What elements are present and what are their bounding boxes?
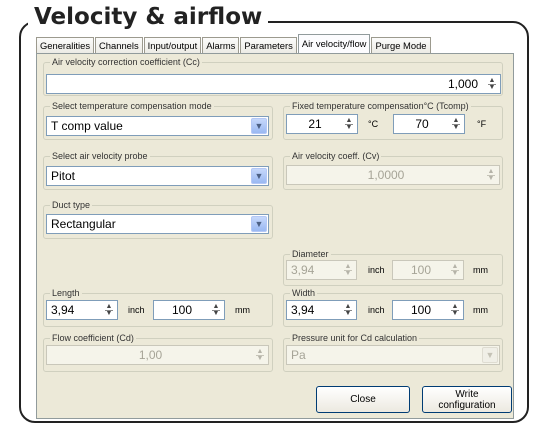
correction-input[interactable]: 1,000 ▲ ▼ <box>46 74 501 94</box>
length-inch-value: 3,94 <box>51 303 75 317</box>
chevron-down-icon[interactable]: ▼ <box>251 118 267 134</box>
length-mm-value: 100 <box>171 303 193 317</box>
write-button-line1: Write <box>455 388 479 400</box>
coeff-cv-value: 1,0000 <box>367 168 405 182</box>
fahrenheit-unit: °F <box>477 119 487 129</box>
spin-arrows-icon[interactable]: ▲ ▼ <box>103 303 115 317</box>
probe-value: Pitot <box>51 169 76 183</box>
width-inch-unit: inch <box>368 305 385 315</box>
celsius-unit: °C <box>368 119 379 129</box>
width-inch-value: 3,94 <box>291 303 315 317</box>
spin-arrows-icon[interactable]: ▲ ▼ <box>342 263 354 277</box>
spin-arrows-icon[interactable]: ▲ ▼ <box>449 303 461 317</box>
spin-arrows-icon[interactable]: ▲ ▼ <box>449 263 461 277</box>
width-mm-unit: mm <box>473 305 488 315</box>
chevron-down-icon[interactable]: ▼ <box>251 216 267 232</box>
close-button[interactable]: Close <box>316 386 410 413</box>
diameter-inch-unit: inch <box>368 265 385 275</box>
diameter-inch-input[interactable]: 3,94 ▲ ▼ <box>286 260 357 280</box>
diameter-inch-value: 3,94 <box>291 263 315 277</box>
tab-channels[interactable]: Channels <box>95 37 143 53</box>
duct-label: Duct type <box>50 200 93 211</box>
correction-label: Air velocity correction coefficient (Cc) <box>50 57 202 68</box>
spin-arrows-icon[interactable]: ▲ ▼ <box>343 117 355 131</box>
length-inch-unit: inch <box>128 305 145 315</box>
chevron-down-icon[interactable]: ▼ <box>482 347 498 363</box>
width-label: Width <box>290 288 318 299</box>
probe-select[interactable]: Pitot ▼ <box>46 166 269 186</box>
spin-arrows-icon[interactable]: ▲ ▼ <box>485 168 497 182</box>
pressure-unit-label: Pressure unit for Cd calculation <box>290 333 420 344</box>
diameter-label: Diameter <box>290 249 331 260</box>
width-mm-input[interactable]: 100 ▲ ▼ <box>392 300 464 320</box>
spin-arrows-icon[interactable]: ▲ ▼ <box>210 303 222 317</box>
tab-purge-mode[interactable]: Purge Mode <box>371 37 431 53</box>
temp-mode-label: Select temperature compensation mode <box>50 101 214 112</box>
length-mm-unit: mm <box>235 305 250 315</box>
chevron-down-icon[interactable]: ▼ <box>251 168 267 184</box>
diameter-mm-unit: mm <box>473 265 488 275</box>
spin-arrows-icon[interactable]: ▲ ▼ <box>450 117 462 131</box>
length-mm-input[interactable]: 100 ▲ ▼ <box>153 300 225 320</box>
fahrenheit-input[interactable]: 70 ▲ ▼ <box>393 114 465 134</box>
celsius-input[interactable]: 21 ▲ ▼ <box>286 114 358 134</box>
diameter-mm-value: 100 <box>410 263 432 277</box>
tab-air-velocity-flow[interactable]: Air velocity/flow <box>297 34 371 53</box>
flow-coeff-label: Flow coefficient (Cd) <box>50 333 136 344</box>
spin-arrows-icon[interactable]: ▲ ▼ <box>486 77 498 91</box>
flow-coeff-value: 1,00 <box>138 348 163 362</box>
tab-generalities[interactable]: Generalities <box>36 37 95 53</box>
tab-alarms[interactable]: Alarms <box>202 37 240 53</box>
length-inch-input[interactable]: 3,94 ▲ ▼ <box>46 300 118 320</box>
width-mm-value: 100 <box>410 303 432 317</box>
fahrenheit-value: 70 <box>415 117 429 131</box>
pressure-unit-select[interactable]: Pa ▼ <box>286 345 500 365</box>
temp-mode-select[interactable]: T comp value ▼ <box>46 116 269 136</box>
write-button-line2: configuration <box>438 399 496 411</box>
write-configuration-button[interactable]: Write configuration <box>422 386 512 413</box>
diameter-mm-input[interactable]: 100 ▲ ▼ <box>392 260 464 280</box>
spin-arrows-icon[interactable]: ▲ ▼ <box>254 348 266 362</box>
width-inch-input[interactable]: 3,94 ▲ ▼ <box>286 300 357 320</box>
probe-label: Select air velocity probe <box>50 151 150 162</box>
close-button-label: Close <box>350 394 376 405</box>
tab-bar: Generalities Channels Input/output Alarm… <box>36 34 432 53</box>
correction-value: 1,000 <box>447 77 478 91</box>
temp-mode-value: T comp value <box>51 119 123 133</box>
celsius-value: 21 <box>308 117 322 131</box>
fixed-temp-label: Fixed temperature compensation°C (Tcomp) <box>290 101 471 112</box>
duct-value: Rectangular <box>51 217 116 231</box>
tab-parameters[interactable]: Parameters <box>240 37 297 53</box>
tab-panel: Air velocity correction coefficient (Cc)… <box>36 53 514 419</box>
tab-input-output[interactable]: Input/output <box>143 37 202 53</box>
page-title: Velocity & airflow <box>28 4 269 30</box>
coeff-cv-input[interactable]: 1,0000 ▲ ▼ <box>286 165 500 185</box>
duct-select[interactable]: Rectangular ▼ <box>46 214 269 234</box>
pressure-unit-value: Pa <box>291 348 306 362</box>
coeff-cv-label: Air velocity coeff. (Cv) <box>290 151 382 162</box>
flow-coeff-input[interactable]: 1,00 ▲ ▼ <box>46 345 269 365</box>
length-label: Length <box>50 288 82 299</box>
spin-arrows-icon[interactable]: ▲ ▼ <box>342 303 354 317</box>
